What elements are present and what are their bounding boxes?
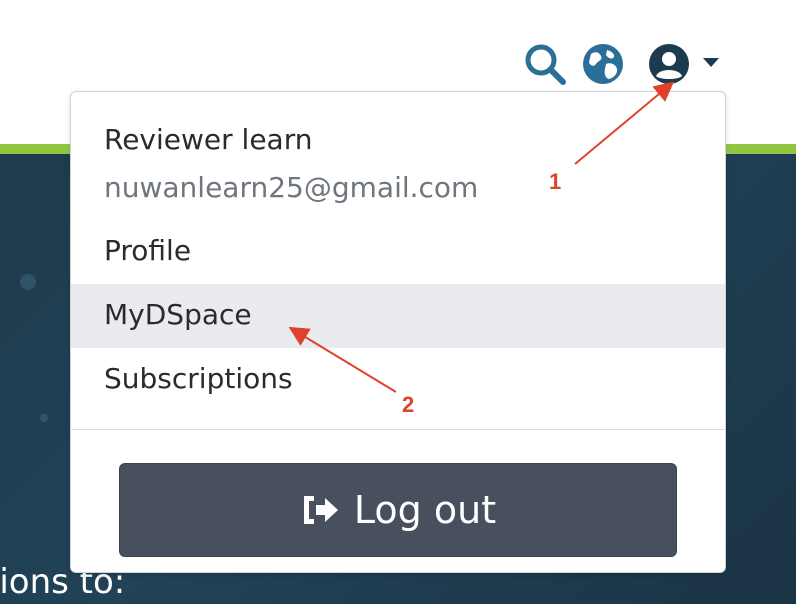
caret-down-icon[interactable] bbox=[702, 55, 720, 69]
search-icon[interactable] bbox=[523, 42, 567, 86]
menu-divider bbox=[71, 429, 725, 430]
menu-item-profile[interactable]: Profile bbox=[104, 234, 191, 268]
user-email: nuwanlearn25@gmail.com bbox=[104, 171, 479, 204]
user-dropdown-menu: Reviewer learn nuwanlearn25@gmail.com Pr… bbox=[70, 91, 726, 573]
user-icon[interactable] bbox=[647, 42, 691, 86]
logout-label: Log out bbox=[353, 488, 497, 532]
sign-out-icon bbox=[303, 496, 338, 524]
banner-decoration bbox=[20, 274, 36, 290]
page-root: tions to: Reviewer learn nuwanlearn25@gm… bbox=[0, 0, 796, 604]
logout-button[interactable]: Log out bbox=[119, 463, 677, 557]
globe-icon[interactable] bbox=[581, 42, 625, 86]
menu-item-mydspace[interactable]: MyDSpace bbox=[104, 298, 252, 332]
annotation-label-1: 1 bbox=[549, 169, 562, 194]
user-name: Reviewer learn bbox=[104, 123, 313, 156]
menu-item-subscriptions[interactable]: Subscriptions bbox=[104, 362, 293, 396]
annotation-label-2: 2 bbox=[402, 392, 415, 417]
banner-decoration bbox=[40, 414, 48, 422]
